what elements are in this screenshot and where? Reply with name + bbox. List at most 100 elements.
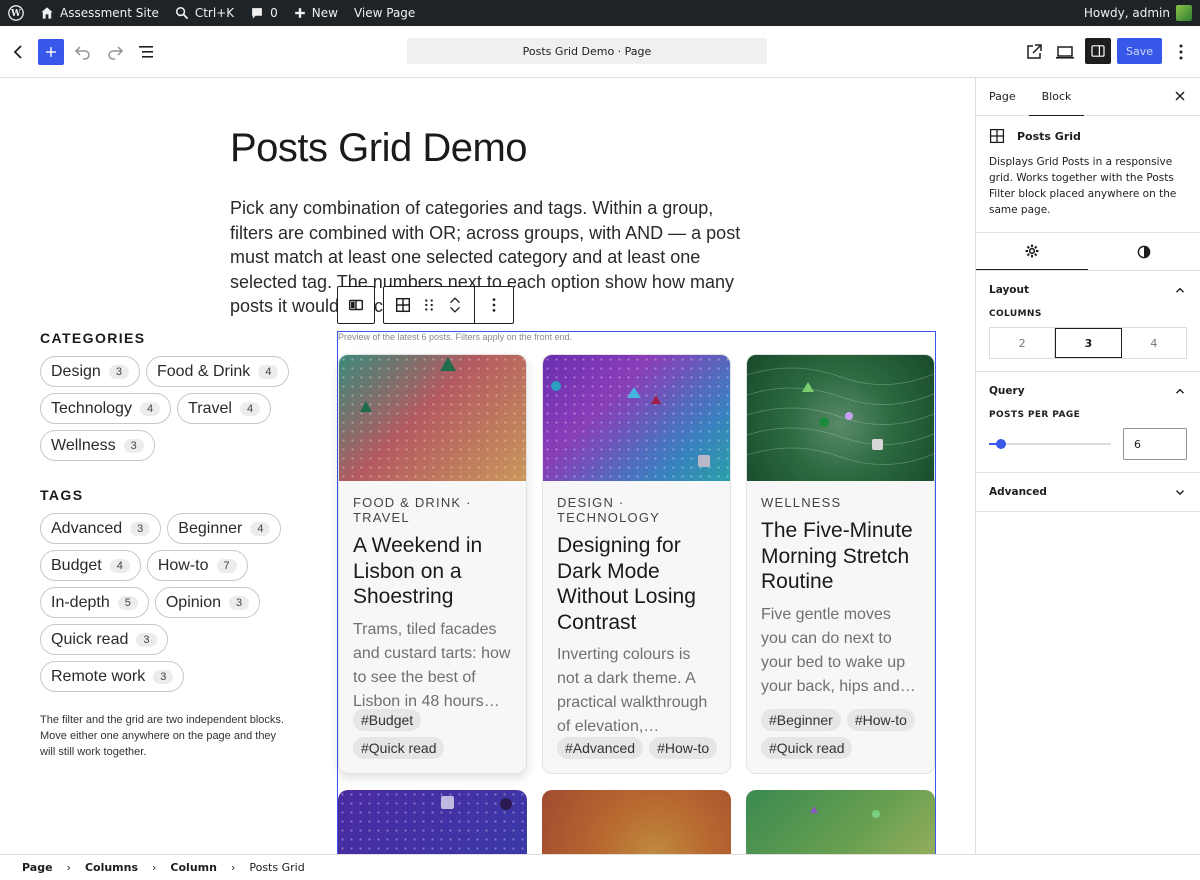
category-chip-design[interactable]: Design 3 bbox=[40, 356, 140, 387]
options-menu-button[interactable] bbox=[1165, 36, 1197, 68]
page-title[interactable]: Posts Grid Demo bbox=[230, 126, 528, 171]
layout-panel-toggle[interactable]: Layout bbox=[989, 271, 1187, 309]
columns-option-3[interactable]: 3 bbox=[1055, 328, 1122, 358]
block-options-button[interactable] bbox=[479, 287, 509, 323]
chip-label: Travel bbox=[188, 399, 232, 417]
tag-chip-in-depth[interactable]: In-depth 5 bbox=[40, 587, 149, 618]
document-overview-button[interactable] bbox=[131, 36, 163, 68]
post-tag[interactable]: #How-to bbox=[649, 737, 718, 759]
block-type-button[interactable] bbox=[388, 287, 418, 323]
post-tag[interactable]: #Advanced bbox=[557, 737, 644, 759]
block-inserter-button[interactable] bbox=[38, 39, 64, 65]
comments-link[interactable]: 0 bbox=[242, 0, 286, 26]
undo-icon bbox=[74, 46, 90, 60]
post-card-image-partial[interactable] bbox=[542, 790, 731, 854]
list-view-icon bbox=[139, 46, 153, 58]
post-tag[interactable]: #Quick read bbox=[761, 737, 853, 759]
undo-button[interactable] bbox=[67, 36, 99, 68]
block-toolbar bbox=[383, 286, 514, 324]
post-tag[interactable]: #Beginner bbox=[761, 709, 841, 731]
tab-page[interactable]: Page bbox=[976, 78, 1029, 116]
search-icon bbox=[175, 6, 189, 20]
tab-settings[interactable] bbox=[976, 233, 1088, 270]
posts-grid-block[interactable]: Preview of the latest 6 posts. Filters a… bbox=[337, 331, 936, 854]
account-menu[interactable]: Howdy, admin bbox=[1076, 0, 1200, 26]
posts-per-page-slider[interactable] bbox=[989, 436, 1111, 452]
columns-option-4[interactable]: 4 bbox=[1122, 328, 1186, 358]
document-title-bar[interactable]: Posts Grid Demo · Page bbox=[407, 38, 767, 64]
category-chip-food-drink[interactable]: Food & Drink 4 bbox=[145, 356, 290, 387]
breadcrumb-column[interactable]: Column bbox=[170, 861, 217, 874]
close-sidebar-button[interactable] bbox=[1172, 88, 1188, 107]
tag-chip-quick-read[interactable]: Quick read 3 bbox=[40, 624, 168, 655]
tab-styles[interactable] bbox=[1088, 233, 1200, 270]
category-chip-travel[interactable]: Travel 4 bbox=[177, 393, 272, 424]
tag-chip-opinion[interactable]: Opinion 3 bbox=[154, 587, 261, 618]
query-panel-toggle[interactable]: Query bbox=[989, 372, 1187, 410]
post-card[interactable]: FOOD & DRINK · TRAVEL A Weekend in Lisbo… bbox=[338, 354, 527, 774]
select-parent-button[interactable] bbox=[337, 286, 375, 324]
tag-chip-advanced[interactable]: Advanced 3 bbox=[40, 513, 162, 544]
columns-option-2[interactable]: 2 bbox=[990, 328, 1056, 358]
view-page-link[interactable]: View Page bbox=[346, 0, 423, 26]
wordpress-logo-button[interactable]: W bbox=[0, 0, 32, 26]
post-card[interactable]: WELLNESS The Five-Minute Morning Stretch… bbox=[746, 354, 935, 774]
posts-filter-block[interactable]: CATEGORIES Design 3 Food & Drink 4 Technol… bbox=[40, 330, 300, 760]
post-title[interactable]: The Five-Minute Morning Stretch Routine bbox=[761, 518, 920, 595]
block-breadcrumb: Page › Columns › Column › Posts Grid bbox=[0, 854, 1200, 880]
breadcrumb-columns[interactable]: Columns bbox=[85, 861, 138, 874]
advanced-panel: Advanced bbox=[976, 473, 1200, 512]
tab-block[interactable]: Block bbox=[1028, 78, 1085, 116]
post-excerpt: Trams, tiled facades and custard tarts: … bbox=[353, 620, 511, 710]
breadcrumb-page[interactable]: Page bbox=[22, 861, 53, 874]
tag-chip-budget[interactable]: Budget 4 bbox=[40, 550, 141, 581]
command-search-button[interactable]: Ctrl+K bbox=[167, 0, 242, 26]
chevron-down-icon bbox=[450, 306, 460, 313]
view-page-button[interactable] bbox=[1018, 36, 1050, 68]
chip-count: 3 bbox=[108, 364, 129, 379]
grid-preview-note: Preview of the latest 6 posts. Filters a… bbox=[338, 332, 573, 342]
post-tag[interactable]: #Quick read bbox=[353, 737, 445, 759]
post-tag[interactable]: #How-to bbox=[846, 709, 915, 731]
chip-count: 3 bbox=[136, 632, 157, 647]
new-content-link[interactable]: New bbox=[286, 0, 346, 26]
tag-chip-how-to[interactable]: How-to 7 bbox=[146, 550, 248, 581]
post-image bbox=[747, 355, 934, 481]
chevron-up-icon bbox=[1176, 287, 1184, 293]
post-categories: WELLNESS bbox=[761, 495, 842, 510]
redo-button[interactable] bbox=[99, 36, 131, 68]
sidebar-tabs: Page Block bbox=[976, 78, 1200, 116]
post-title[interactable]: Designing for Dark Mode Without Losing C… bbox=[557, 533, 716, 635]
view-page-label: View Page bbox=[353, 6, 416, 20]
post-card[interactable]: DESIGN · TECHNOLOGY Designing for Dark M… bbox=[542, 354, 731, 774]
posts-per-page-input[interactable]: 6 bbox=[1123, 428, 1187, 460]
settings-toggle-button[interactable] bbox=[1085, 38, 1111, 64]
post-card-image-partial[interactable] bbox=[746, 790, 935, 854]
panel-title: Layout bbox=[989, 284, 1030, 296]
toolbar-group-block bbox=[384, 287, 475, 323]
drag-handle[interactable] bbox=[418, 287, 440, 323]
tag-chip-beginner[interactable]: Beginner 4 bbox=[167, 513, 282, 544]
save-button[interactable]: Save bbox=[1117, 38, 1162, 64]
svg-text:W: W bbox=[10, 9, 21, 19]
chip-count: 4 bbox=[239, 401, 261, 416]
back-button[interactable] bbox=[3, 36, 35, 68]
device-preview-button[interactable] bbox=[1049, 36, 1081, 68]
category-chip-wellness[interactable]: Wellness 3 bbox=[40, 430, 155, 461]
chip-count: 4 bbox=[109, 558, 130, 573]
plus-icon bbox=[46, 47, 56, 57]
site-name-link[interactable]: Assessment Site bbox=[32, 0, 167, 26]
post-card-image-partial[interactable] bbox=[338, 790, 527, 854]
close-icon bbox=[1175, 91, 1185, 101]
post-categories: DESIGN · TECHNOLOGY bbox=[557, 495, 661, 525]
tag-chip-remote-work[interactable]: Remote work 3 bbox=[40, 661, 185, 692]
slider-thumb[interactable] bbox=[996, 439, 1006, 449]
move-buttons[interactable] bbox=[440, 287, 470, 323]
chevron-right-icon: › bbox=[152, 861, 157, 874]
post-tags: #Beginner #How-to #Quick read bbox=[761, 709, 924, 759]
post-tag[interactable]: #Budget bbox=[353, 709, 422, 731]
category-chip-technology[interactable]: Technology 4 bbox=[40, 393, 172, 424]
new-label: New bbox=[311, 6, 338, 20]
post-title[interactable]: A Weekend in Lisbon on a Shoestring bbox=[353, 533, 512, 610]
advanced-panel-toggle[interactable]: Advanced bbox=[989, 473, 1187, 511]
